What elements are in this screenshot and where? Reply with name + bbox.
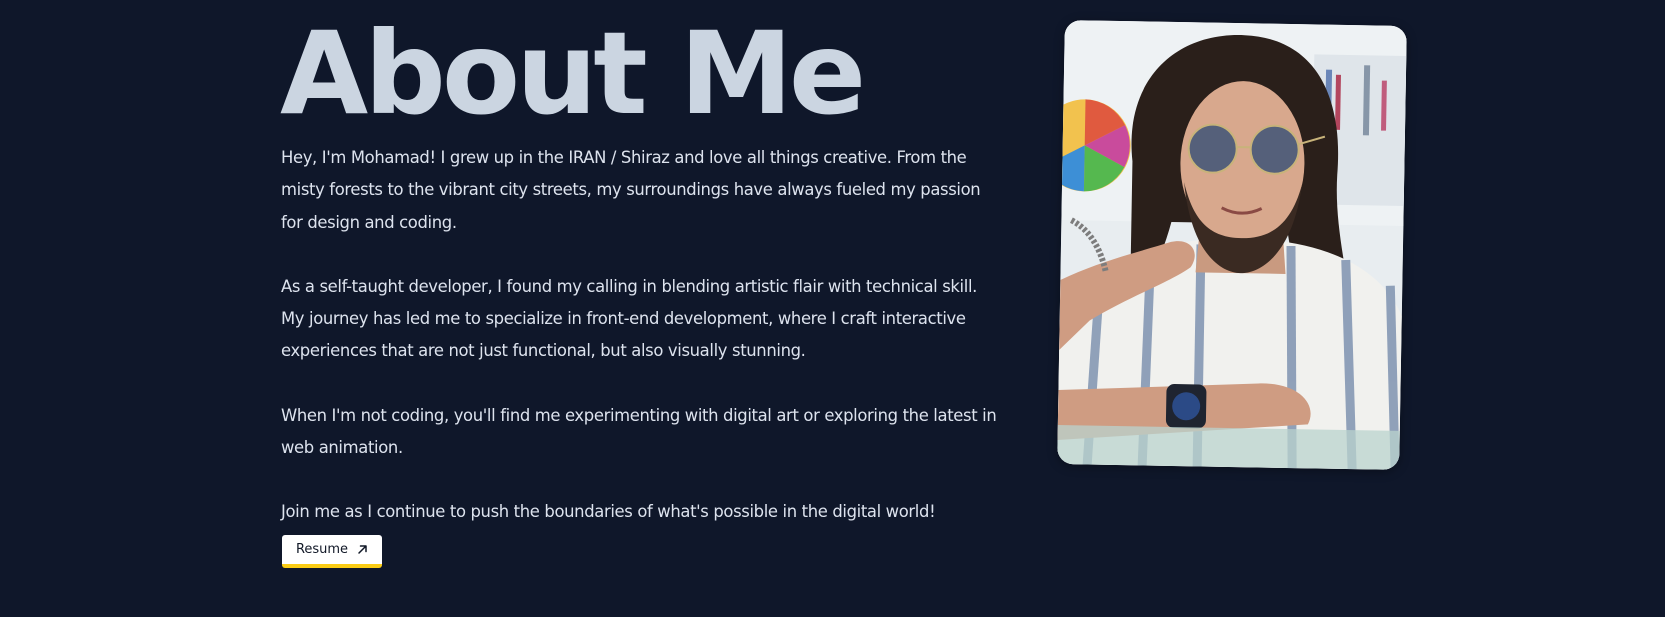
profile-photo [1057, 20, 1407, 470]
resume-button[interactable]: Resume [282, 535, 382, 568]
bio-paragraph: When I'm not coding, you'll find me expe… [281, 405, 997, 458]
bio-paragraph: Join me as I continue to push the bounda… [281, 502, 936, 522]
bio-paragraph: As a self-taught developer, I found my c… [281, 276, 978, 361]
bio-paragraph: Hey, I'm Mohamad! I grew up in the IRAN … [281, 148, 981, 232]
page-title: About Me [280, 7, 866, 140]
about-bio: Hey, I'm Mohamad! I grew up in the IRAN … [281, 142, 1001, 529]
arrow-up-right-icon [357, 544, 368, 555]
resume-button-label: Resume [295, 542, 349, 557]
